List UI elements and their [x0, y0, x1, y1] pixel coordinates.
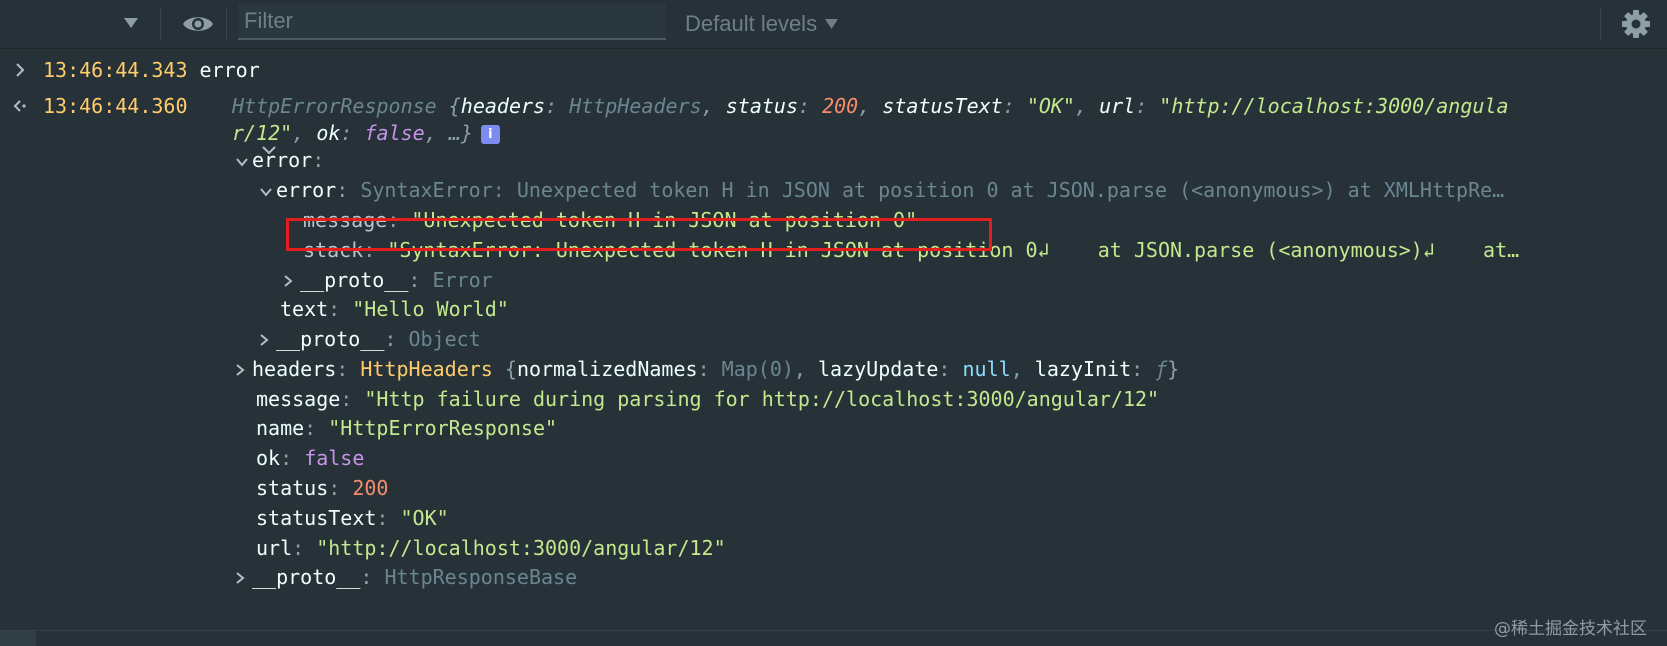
- tree-key: ok: [256, 446, 281, 470]
- tree-value: Error: [432, 268, 493, 292]
- summary-key: status: [725, 94, 798, 118]
- tree-row-proto-base[interactable]: __proto__: HttpResponseBase: [236, 563, 577, 591]
- chevron-right-icon: [236, 572, 245, 584]
- tree-key: name: [256, 416, 305, 440]
- tree-value: "http://localhost:3000/angular/12": [316, 536, 726, 560]
- tree-value: HttpHeaders: [360, 357, 493, 381]
- eye-icon: [183, 17, 213, 31]
- tree-value: "Http failure during parsing for http://…: [364, 387, 1160, 411]
- console-input-bar[interactable]: [0, 630, 1667, 646]
- console-settings-button[interactable]: [1618, 6, 1654, 42]
- tree-row-proto-object[interactable]: __proto__: Object: [260, 325, 481, 353]
- tree-key: __proto__: [300, 268, 409, 292]
- summary-value: "http://localhost:3000/angula: [1159, 94, 1509, 118]
- summary-key: headers: [460, 94, 546, 118]
- summary-value: 200: [822, 94, 859, 118]
- tree-row-name: name: "HttpErrorResponse": [256, 416, 558, 440]
- chevron-right-icon: [236, 364, 245, 376]
- chevron-down-icon: [260, 188, 272, 197]
- log-levels-dropdown[interactable]: Default levels: [685, 8, 839, 40]
- tree-key: message: [256, 387, 341, 411]
- chevron-down-icon: [825, 19, 839, 29]
- tree-row-url: url: "http://localhost:3000/angular/12": [256, 536, 726, 560]
- tree-value: false: [304, 446, 365, 470]
- toolbar-divider: [160, 8, 161, 40]
- tree-row-inner-error[interactable]: error: SyntaxError: Unexpected token H i…: [260, 176, 1504, 204]
- tree-key: normalizedNames: [516, 357, 698, 381]
- tree-key: url: [256, 536, 293, 560]
- chevron-right-icon: [284, 275, 293, 287]
- tree-key: text: [280, 297, 329, 321]
- summary-ellipsis: …}: [448, 121, 473, 145]
- summary-value: r/12": [232, 121, 293, 145]
- summary-key: ok: [316, 121, 341, 145]
- watermark: @稀土掘金技术社区: [1494, 619, 1647, 639]
- summary-value: HttpHeaders: [569, 94, 702, 118]
- summary-key: url: [1099, 94, 1136, 118]
- toolbar-divider: [1600, 8, 1601, 40]
- tree-key: statusText: [256, 506, 377, 530]
- summary-key: statusText: [882, 94, 1003, 118]
- gear-icon: [1622, 10, 1650, 38]
- console-message: 13:46:44.343 error: [43, 56, 260, 84]
- result-arrow: [10, 92, 30, 120]
- object-summary[interactable]: HttpErrorResponse {headers: HttpHeaders,…: [232, 92, 1509, 120]
- tree-key: lazyUpdate: [818, 357, 939, 381]
- log-levels-label: Default levels: [685, 11, 818, 36]
- highlight-box: [286, 218, 992, 251]
- tree-row-status-text: statusText: "OK": [256, 506, 449, 530]
- filter-input[interactable]: [238, 4, 666, 40]
- live-expression-button[interactable]: [180, 8, 216, 40]
- tree-value: null: [962, 357, 1011, 381]
- tree-key: error: [252, 148, 313, 172]
- tree-value: ƒ: [1155, 357, 1168, 381]
- context-dropdown[interactable]: [120, 10, 142, 36]
- object-summary-cont: r/12", ok: false, …} i: [232, 119, 500, 147]
- message-timestamp: 13:46:44.343: [43, 58, 188, 82]
- chevron-down-icon: [236, 158, 248, 167]
- console-toolbar: Default levels: [0, 0, 1667, 49]
- prompt-tab: [0, 631, 36, 646]
- console-messages: 13:46:44.343 error 13:46:44.360 HttpErro…: [0, 49, 1667, 629]
- tree-row-proto-error[interactable]: __proto__: Error: [284, 266, 493, 294]
- tree-value: Object: [408, 327, 481, 351]
- tree-value: SyntaxError: Unexpected token H in JSON …: [360, 178, 1505, 202]
- arrow-left-icon: [13, 100, 26, 112]
- tree-key: headers: [252, 357, 337, 381]
- tree-row-message: message: "Http failure during parsing fo…: [256, 387, 1160, 411]
- toolbar-divider: [226, 8, 227, 40]
- message-text: error: [199, 58, 260, 82]
- tree-row-text: text: "Hello World": [280, 297, 509, 321]
- tree-value: HttpResponseBase: [384, 565, 578, 589]
- chevron-right-icon: [16, 63, 25, 77]
- tree-key: __proto__: [252, 565, 361, 589]
- tree-value: Map(0): [721, 357, 794, 381]
- tree-value: "HttpErrorResponse": [328, 416, 558, 440]
- tree-value: 200: [352, 476, 389, 500]
- info-icon[interactable]: i: [480, 125, 500, 144]
- message-timestamp: 13:46:44.360: [43, 94, 188, 118]
- tree-key: status: [256, 476, 329, 500]
- summary-value: "OK": [1026, 94, 1075, 118]
- chevron-down-icon: [124, 18, 138, 28]
- tree-row-headers[interactable]: headers: HttpHeaders {normalizedNames: M…: [236, 355, 1179, 383]
- tree-value: "Hello World": [352, 297, 509, 321]
- tree-key: __proto__: [276, 327, 385, 351]
- tree-row-error[interactable]: error:: [236, 146, 324, 174]
- tree-value: "OK": [400, 506, 449, 530]
- log-expand-toggle[interactable]: [10, 56, 30, 84]
- tree-key: lazyInit: [1034, 357, 1132, 381]
- tree-row-status: status: 200: [256, 476, 389, 500]
- tree-key: error: [276, 178, 337, 202]
- summary-value: false: [364, 121, 425, 145]
- chevron-right-icon: [260, 334, 269, 346]
- tree-row-ok: ok: false: [256, 446, 365, 470]
